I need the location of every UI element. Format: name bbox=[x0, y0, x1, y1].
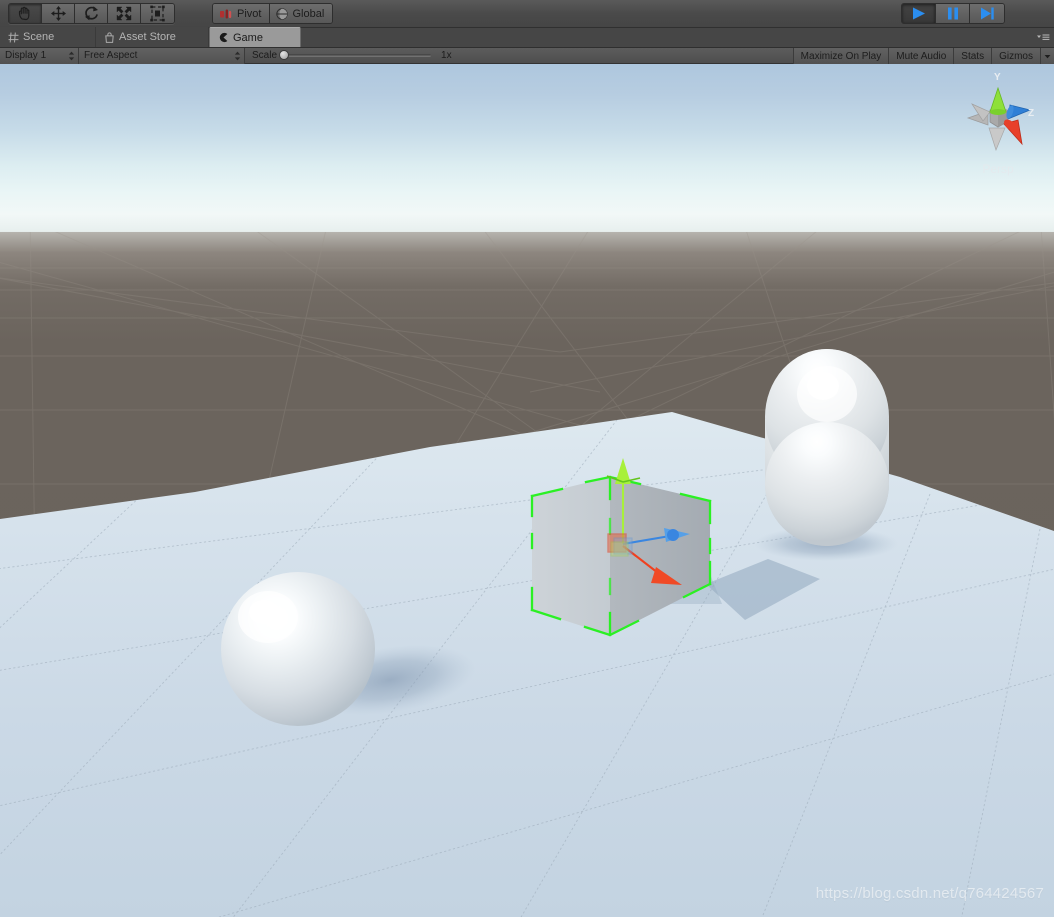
rect-transform-tool-button[interactable] bbox=[141, 4, 174, 23]
stats-button[interactable]: Stats bbox=[953, 48, 992, 64]
tab-asset-store[interactable]: Asset Store bbox=[96, 27, 209, 47]
store-bag-icon bbox=[105, 31, 114, 43]
step-button[interactable] bbox=[970, 4, 1004, 23]
maximize-on-play-label: Maximize On Play bbox=[800, 50, 882, 62]
mute-audio-label: Mute Audio bbox=[896, 50, 947, 62]
pause-icon bbox=[947, 7, 958, 20]
scene-geometry bbox=[0, 349, 1054, 917]
display-dropdown[interactable]: Display 1 bbox=[0, 47, 79, 64]
gizmo-z-label: Z bbox=[1028, 108, 1035, 119]
mute-audio-button[interactable]: Mute Audio bbox=[888, 48, 954, 64]
hand-tool-button[interactable] bbox=[9, 4, 42, 23]
scale-slider-track[interactable] bbox=[279, 50, 432, 60]
transform-tools-group bbox=[8, 3, 175, 24]
pivot-label: Pivot bbox=[237, 7, 262, 20]
move-icon bbox=[50, 6, 66, 21]
scale-value: 1x bbox=[441, 50, 452, 61]
tab-asset-store-label: Asset Store bbox=[119, 31, 176, 43]
top-toolbar: Pivot Global bbox=[0, 0, 1054, 28]
aspect-ratio-dropdown[interactable]: Free Aspect bbox=[79, 47, 245, 64]
tab-scene[interactable]: Scene bbox=[0, 27, 96, 47]
gizmo-y-label: Y bbox=[994, 72, 1001, 83]
scale-icon bbox=[116, 6, 132, 21]
scale-slider[interactable]: 1x bbox=[279, 48, 452, 64]
chevron-down-icon bbox=[1044, 54, 1051, 58]
pivot-button[interactable]: Pivot bbox=[213, 4, 271, 23]
scene-orientation-gizmo[interactable]: Y Z Persp bbox=[952, 72, 1044, 180]
gizmos-button[interactable]: Gizmos bbox=[991, 48, 1040, 64]
play-button[interactable] bbox=[902, 4, 936, 23]
game-toolbar-right-group: Maximize On Play Mute Audio Stats Gizmos bbox=[792, 48, 1054, 64]
play-icon bbox=[912, 7, 925, 20]
panel-tab-bar: Scene Asset Store Game bbox=[0, 27, 1054, 48]
watermark-text: https://blog.csdn.net/q764424567 bbox=[815, 885, 1044, 902]
scale-tool-button[interactable] bbox=[108, 4, 141, 23]
rotate-icon bbox=[84, 6, 98, 21]
step-icon bbox=[981, 7, 994, 20]
gizmo-projection-label[interactable]: Persp bbox=[952, 162, 1044, 176]
maximize-on-play-button[interactable]: Maximize On Play bbox=[792, 48, 889, 64]
game-viewport[interactable]: Y Z Persp https://blog.csdn.net/q7644245… bbox=[0, 64, 1054, 917]
tab-game[interactable]: Game bbox=[209, 27, 301, 47]
scene-grid-icon bbox=[8, 32, 19, 42]
move-tool-button[interactable] bbox=[42, 4, 75, 23]
plane-object bbox=[0, 412, 1054, 917]
updown-arrows-icon bbox=[68, 51, 75, 60]
gizmos-label: Gizmos bbox=[999, 50, 1033, 62]
game-pacman-icon bbox=[219, 32, 228, 43]
playback-controls bbox=[901, 3, 1005, 24]
globe-icon bbox=[276, 7, 289, 20]
pivot-icon bbox=[220, 9, 232, 18]
sphere-object[interactable] bbox=[221, 572, 375, 726]
scale-slider-knob[interactable] bbox=[279, 50, 290, 60]
pause-button[interactable] bbox=[936, 4, 970, 23]
display-dropdown-value: Display 1 bbox=[5, 50, 47, 61]
pivot-group: Pivot Global bbox=[212, 3, 334, 24]
panel-options-menu-icon[interactable] bbox=[1036, 32, 1050, 44]
scale-label: Scale bbox=[252, 50, 278, 61]
stats-label: Stats bbox=[961, 50, 985, 62]
hamburger-icon bbox=[1037, 34, 1050, 40]
global-button[interactable]: Global bbox=[270, 4, 333, 23]
rect-transform-icon bbox=[150, 5, 165, 22]
gizmos-dropdown-button[interactable] bbox=[1040, 48, 1054, 64]
aspect-dropdown-value: Free Aspect bbox=[84, 50, 138, 61]
updown-arrows-icon bbox=[234, 51, 241, 60]
game-view-toolbar: Display 1 Free Aspect Scale 1x Maximize … bbox=[0, 47, 1054, 64]
tab-scene-label: Scene bbox=[23, 31, 55, 43]
global-label: Global bbox=[292, 7, 325, 20]
capsule-object[interactable] bbox=[765, 349, 889, 546]
rotate-tool-button[interactable] bbox=[75, 4, 108, 23]
tab-game-label: Game bbox=[233, 31, 263, 44]
hand-icon bbox=[18, 6, 29, 20]
